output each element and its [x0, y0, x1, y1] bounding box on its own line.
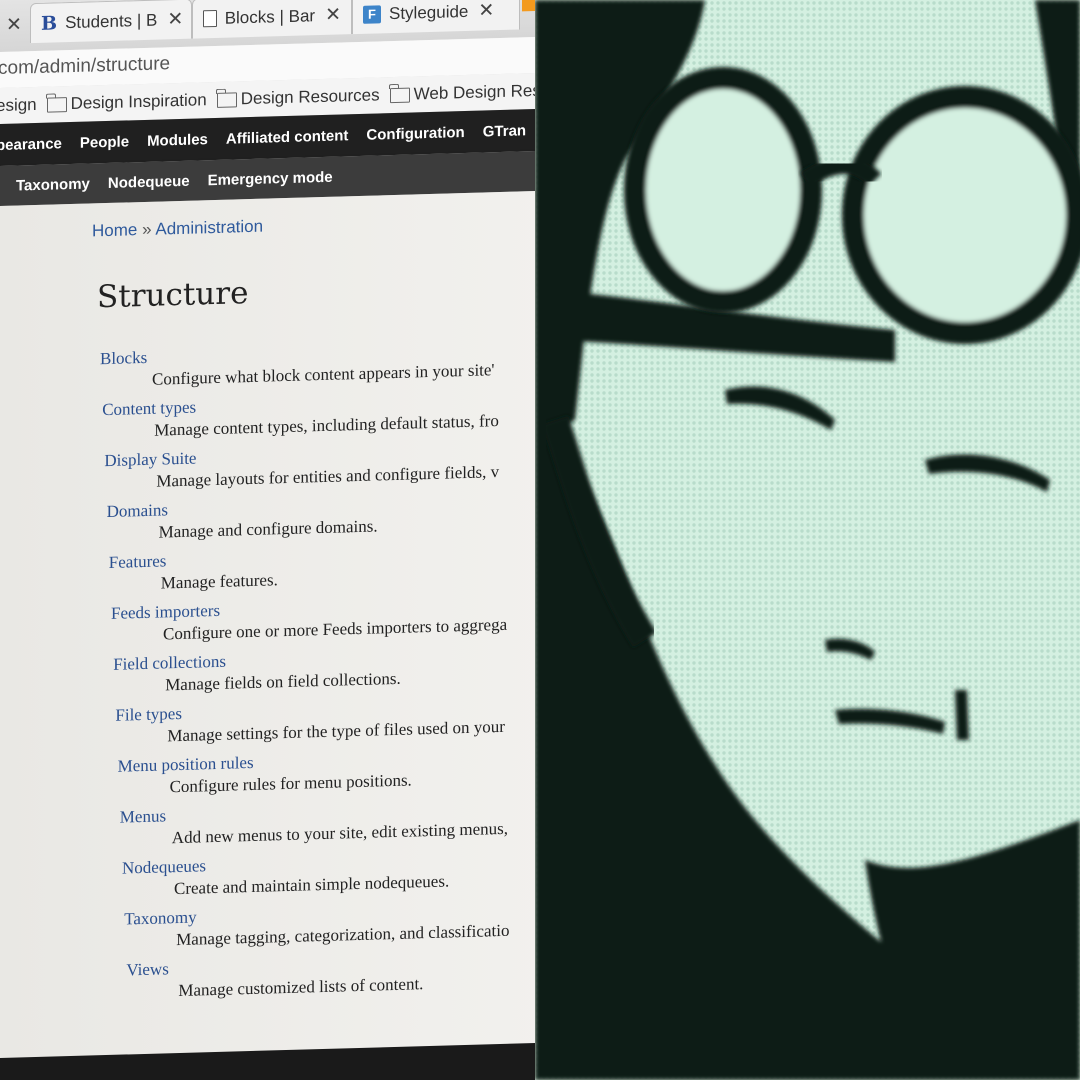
structure-item-link[interactable]: Blocks [100, 348, 147, 369]
folder-icon [216, 91, 237, 108]
structure-item-link[interactable]: Feeds importers [111, 601, 220, 624]
structure-item-description: Manage customized lists of content. [178, 974, 424, 1001]
structure-item-description: Manage features. [160, 570, 278, 593]
bookmark-design-inspiration[interactable]: Design Inspiration [46, 90, 207, 114]
tab-label: Blocks | Bar [224, 5, 316, 28]
browser-window: ✕ B Students | B ✕ Blocks | Bar ✕ F Styl… [0, 0, 535, 1080]
structure-item-description: Manage settings for the type of files us… [167, 716, 505, 746]
folder-icon [389, 87, 410, 103]
tab-label: Styleguide [389, 1, 469, 23]
structure-item-link[interactable]: Menu position rules [118, 753, 254, 777]
toolbar-item-people[interactable]: People [80, 133, 129, 151]
toolbar-item-appearance[interactable]: pearance [0, 135, 62, 154]
bookmark-design-resources[interactable]: Design Resources [216, 85, 380, 110]
structure-item-link[interactable]: Taxonomy [124, 908, 196, 930]
tab-close-icon[interactable]: ✕ [478, 0, 494, 23]
structure-item-description: Configure rules for menu positions. [169, 770, 412, 797]
structure-item-link[interactable]: Menus [120, 806, 166, 827]
bookmark-web-design-resources[interactable]: Web Design Reso [389, 81, 535, 105]
toolbar-item-modules[interactable]: Modules [147, 131, 208, 150]
breadcrumb-home-link[interactable]: Home [92, 220, 137, 240]
breadcrumb-separator: » [142, 219, 152, 240]
structure-item-description: Add new menus to your site, edit existin… [171, 818, 508, 848]
tab-label: Students | B [65, 10, 158, 32]
tab-orange-edge [522, 0, 535, 12]
structure-item-description: Create and maintain simple nodequeues. [174, 871, 450, 899]
structure-item-description: Manage fields on field collections. [165, 668, 401, 695]
structure-item-link[interactable]: Content types [102, 398, 196, 421]
page-title: Structure [97, 275, 249, 316]
breadcrumb-administration-link[interactable]: Administration [155, 217, 263, 239]
structure-item-description: Manage and configure domains. [158, 516, 378, 542]
shortcut-taxonomy[interactable]: Taxonomy [16, 175, 90, 194]
tab-students[interactable]: B Students | B ✕ [30, 0, 192, 44]
folder-icon [46, 96, 67, 113]
tab-blocks[interactable]: Blocks | Bar ✕ [192, 0, 352, 39]
page-content: Home » Administration Structure Blocks Co… [0, 188, 535, 1067]
structure-item-description: Manage tagging, categorization, and clas… [176, 920, 510, 950]
browser-photo: ✕ B Students | B ✕ Blocks | Bar ✕ F Styl… [0, 0, 535, 1080]
shortcut-emergency-mode[interactable]: Emergency mode [208, 168, 333, 188]
tab-styleguide[interactable]: F Styleguide ✕ [352, 0, 520, 35]
styleguide-favicon-icon: F [363, 4, 381, 24]
url-text[interactable]: com/admin/structure [0, 53, 170, 80]
shortcut-nodequeue[interactable]: Nodequeue [108, 172, 190, 191]
structure-item-description: Manage content types, including default … [154, 411, 499, 440]
structure-item-description: Manage layouts for entities and configur… [156, 462, 500, 491]
structure-item-description: Configure what block content appears in … [152, 360, 495, 389]
breadcrumb: Home » Administration [92, 217, 263, 242]
document-icon [203, 9, 217, 28]
toolbar-item-gtranslate[interactable]: GTran [483, 122, 526, 140]
structure-item-link[interactable]: Features [109, 551, 167, 573]
tab-close-icon[interactable]: ✕ [167, 8, 183, 31]
structure-item-link[interactable]: Nodequeues [122, 856, 206, 878]
bookmark-design[interactable]: esign [0, 95, 37, 116]
structure-item-link[interactable]: Display Suite [104, 449, 196, 472]
portrait-image [535, 0, 1080, 1080]
toolbar-item-affiliated-content[interactable]: Affiliated content [226, 127, 349, 147]
toolbar-item-configuration[interactable]: Configuration [366, 124, 464, 144]
structure-item-link[interactable]: Views [126, 959, 168, 980]
halftone-portrait-photo [535, 0, 1080, 1080]
structure-item-link[interactable]: Field collections [113, 652, 226, 675]
structure-item-link[interactable]: File types [115, 704, 182, 726]
structure-item-link[interactable]: Domains [107, 500, 168, 522]
b-favicon-icon: B [41, 11, 58, 35]
tab-close-icon[interactable]: ✕ [325, 3, 341, 26]
tab-close-icon[interactable]: ✕ [6, 13, 22, 36]
